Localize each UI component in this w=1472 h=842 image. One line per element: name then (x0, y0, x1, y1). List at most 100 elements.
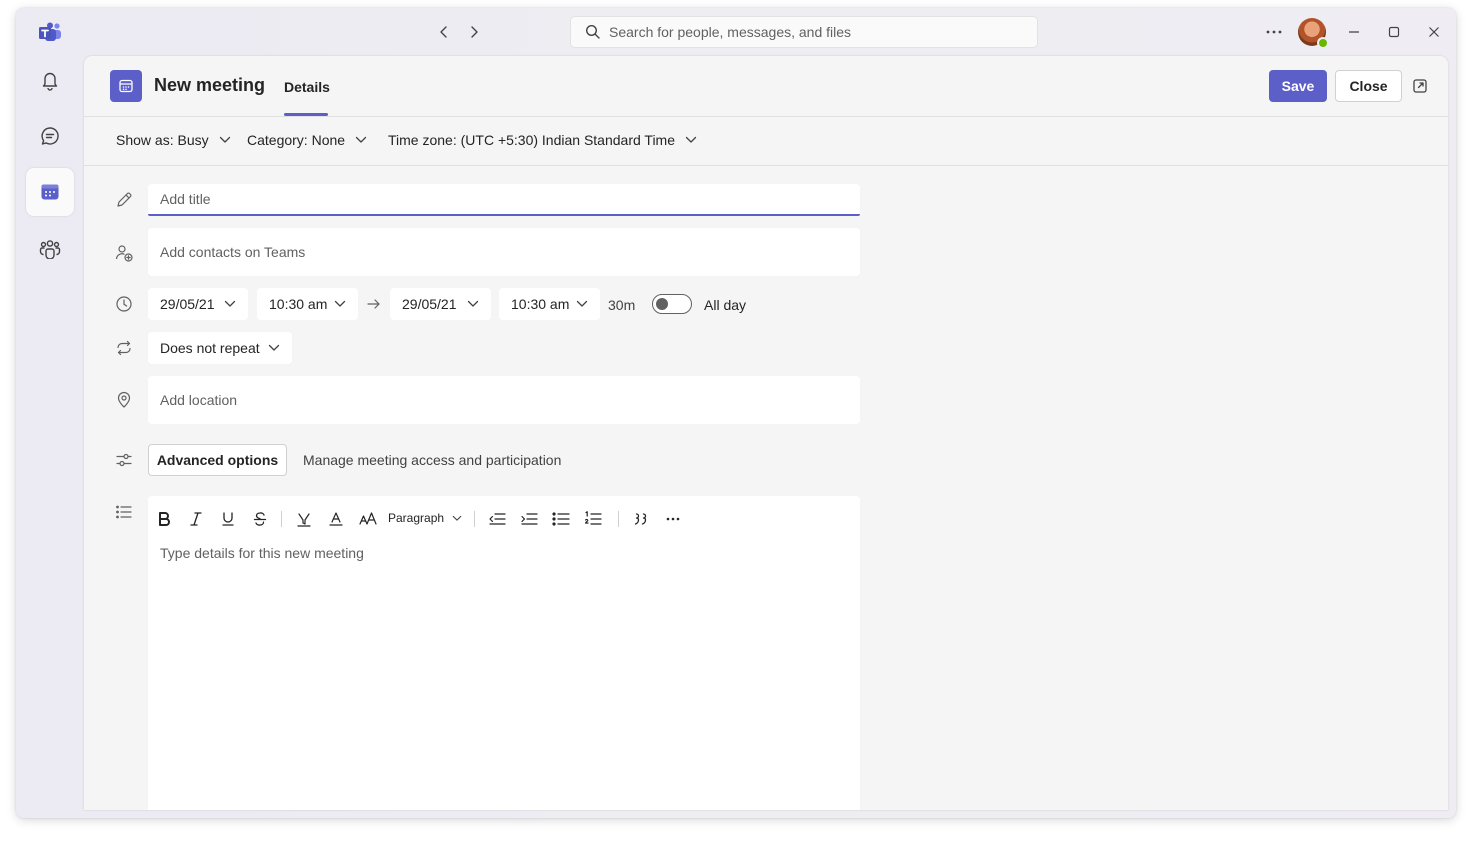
more-horizontal-icon (1266, 30, 1282, 34)
options-sliders-icon (114, 450, 134, 470)
highlighter-icon (297, 513, 311, 527)
teams-window: Search for people, messages, and files N… (16, 8, 1456, 818)
show-as-dropdown[interactable]: Show as: Busy (116, 132, 231, 148)
italic-icon (190, 512, 202, 526)
pop-out-button[interactable] (1410, 76, 1430, 96)
rail-calendar[interactable] (26, 168, 74, 216)
chevron-down-icon (685, 136, 697, 143)
bold-icon (159, 512, 170, 526)
increase-indent-icon (521, 513, 538, 525)
location-icon (114, 390, 134, 410)
chat-icon (41, 127, 59, 145)
rail-teams[interactable] (26, 224, 74, 272)
toggle-knob (656, 298, 668, 310)
maximize-icon (1388, 26, 1400, 38)
font-color-button[interactable] (325, 508, 347, 530)
text-align-icon (114, 502, 134, 522)
people-group-icon (39, 240, 61, 259)
details-editor[interactable]: Paragraph Type details for this new meet… (148, 496, 860, 810)
paragraph-style-dropdown[interactable]: Paragraph (388, 511, 462, 525)
location-placeholder: Add location (160, 392, 238, 408)
duration-label: 30m (608, 297, 636, 313)
toolbar-separator (474, 511, 475, 527)
more-options-button[interactable] (1264, 22, 1284, 42)
italic-button[interactable] (185, 508, 207, 530)
chevron-down-icon (452, 515, 462, 521)
numbered-list-icon (585, 511, 602, 525)
end-time-picker[interactable]: 10:30 am (499, 288, 600, 320)
maximize-button[interactable] (1384, 22, 1404, 42)
decrease-indent-button[interactable] (486, 508, 508, 530)
meeting-header: New meeting Details Save Close (84, 56, 1448, 117)
chevron-down-icon (224, 300, 236, 307)
bulleted-list-button[interactable] (550, 508, 572, 530)
app-rail (16, 8, 84, 818)
bulleted-list-icon (552, 512, 570, 526)
clock-icon (114, 294, 134, 314)
more-formatting-button[interactable] (662, 508, 684, 530)
decrease-indent-icon (489, 513, 506, 525)
start-time-picker[interactable]: 10:30 am (257, 288, 358, 320)
all-day-label: All day (704, 297, 747, 313)
advanced-options-button[interactable]: Advanced options (148, 444, 287, 476)
title-input[interactable]: Add title (148, 184, 860, 216)
strikethrough-button[interactable] (249, 508, 271, 530)
advanced-options-description: Manage meeting access and participation (303, 452, 562, 468)
search-icon (585, 24, 600, 39)
attendees-placeholder: Add contacts on Teams (160, 244, 306, 260)
underline-icon (222, 512, 234, 526)
teams-logo-icon[interactable] (38, 22, 62, 42)
meeting-form-card: New meeting Details Save Close Show as: … (84, 56, 1448, 810)
numbered-list-button[interactable] (582, 508, 604, 530)
start-date-value: 29/05/21 (160, 296, 215, 312)
forward-button[interactable] (464, 22, 484, 42)
font-size-button[interactable] (357, 508, 379, 530)
toolbar-separator (281, 511, 282, 527)
rail-activity[interactable] (26, 56, 74, 104)
quote-button[interactable] (630, 508, 652, 530)
presence-available-badge (1317, 37, 1329, 49)
chevron-down-icon (576, 300, 588, 307)
end-date-picker[interactable]: 29/05/21 (390, 288, 491, 320)
chevron-right-icon (471, 26, 478, 38)
all-day-toggle[interactable] (652, 294, 692, 314)
meeting-options-bar: Show as: Busy Category: None Time zone: … (84, 117, 1448, 166)
chevron-down-icon (467, 300, 479, 307)
pencil-icon (114, 190, 134, 210)
close-icon (1429, 27, 1439, 37)
chevron-down-icon (355, 136, 367, 143)
attendees-input[interactable]: Add contacts on Teams (148, 228, 860, 276)
close-button[interactable]: Close (1335, 70, 1402, 102)
tab-details[interactable]: Details (284, 79, 330, 95)
strikethrough-icon (253, 512, 267, 526)
chevron-down-icon (268, 344, 280, 351)
time-zone-dropdown[interactable]: Time zone: (UTC +5:30) Indian Standard T… (388, 132, 697, 148)
category-dropdown[interactable]: Category: None (247, 132, 367, 148)
back-button[interactable] (434, 22, 454, 42)
category-label: Category: None (247, 132, 346, 148)
minimize-icon (1349, 31, 1359, 33)
pop-out-icon (1413, 79, 1427, 93)
font-size-icon (359, 512, 377, 525)
search-box[interactable]: Search for people, messages, and files (570, 16, 1038, 48)
paragraph-style-value: Paragraph (388, 511, 445, 525)
location-input[interactable]: Add location (148, 376, 860, 424)
bold-button[interactable] (153, 508, 175, 530)
increase-indent-button[interactable] (518, 508, 540, 530)
start-date-picker[interactable]: 29/05/21 (148, 288, 248, 320)
underline-button[interactable] (217, 508, 239, 530)
minimize-button[interactable] (1344, 22, 1364, 42)
title-placeholder: Add title (160, 191, 211, 207)
user-avatar[interactable] (1298, 18, 1329, 49)
repeat-dropdown[interactable]: Does not repeat (148, 332, 292, 364)
close-window-button[interactable] (1424, 22, 1444, 42)
chevron-down-icon (219, 136, 230, 143)
time-zone-label: Time zone: (UTC +5:30) Indian Standard T… (388, 132, 675, 148)
rail-chat[interactable] (26, 112, 74, 160)
repeat-icon (114, 338, 134, 358)
repeat-value: Does not repeat (160, 340, 260, 356)
search-placeholder: Search for people, messages, and files (609, 24, 852, 40)
more-horizontal-icon (666, 517, 680, 521)
save-button[interactable]: Save (1269, 70, 1327, 102)
highlight-button[interactable] (293, 508, 315, 530)
